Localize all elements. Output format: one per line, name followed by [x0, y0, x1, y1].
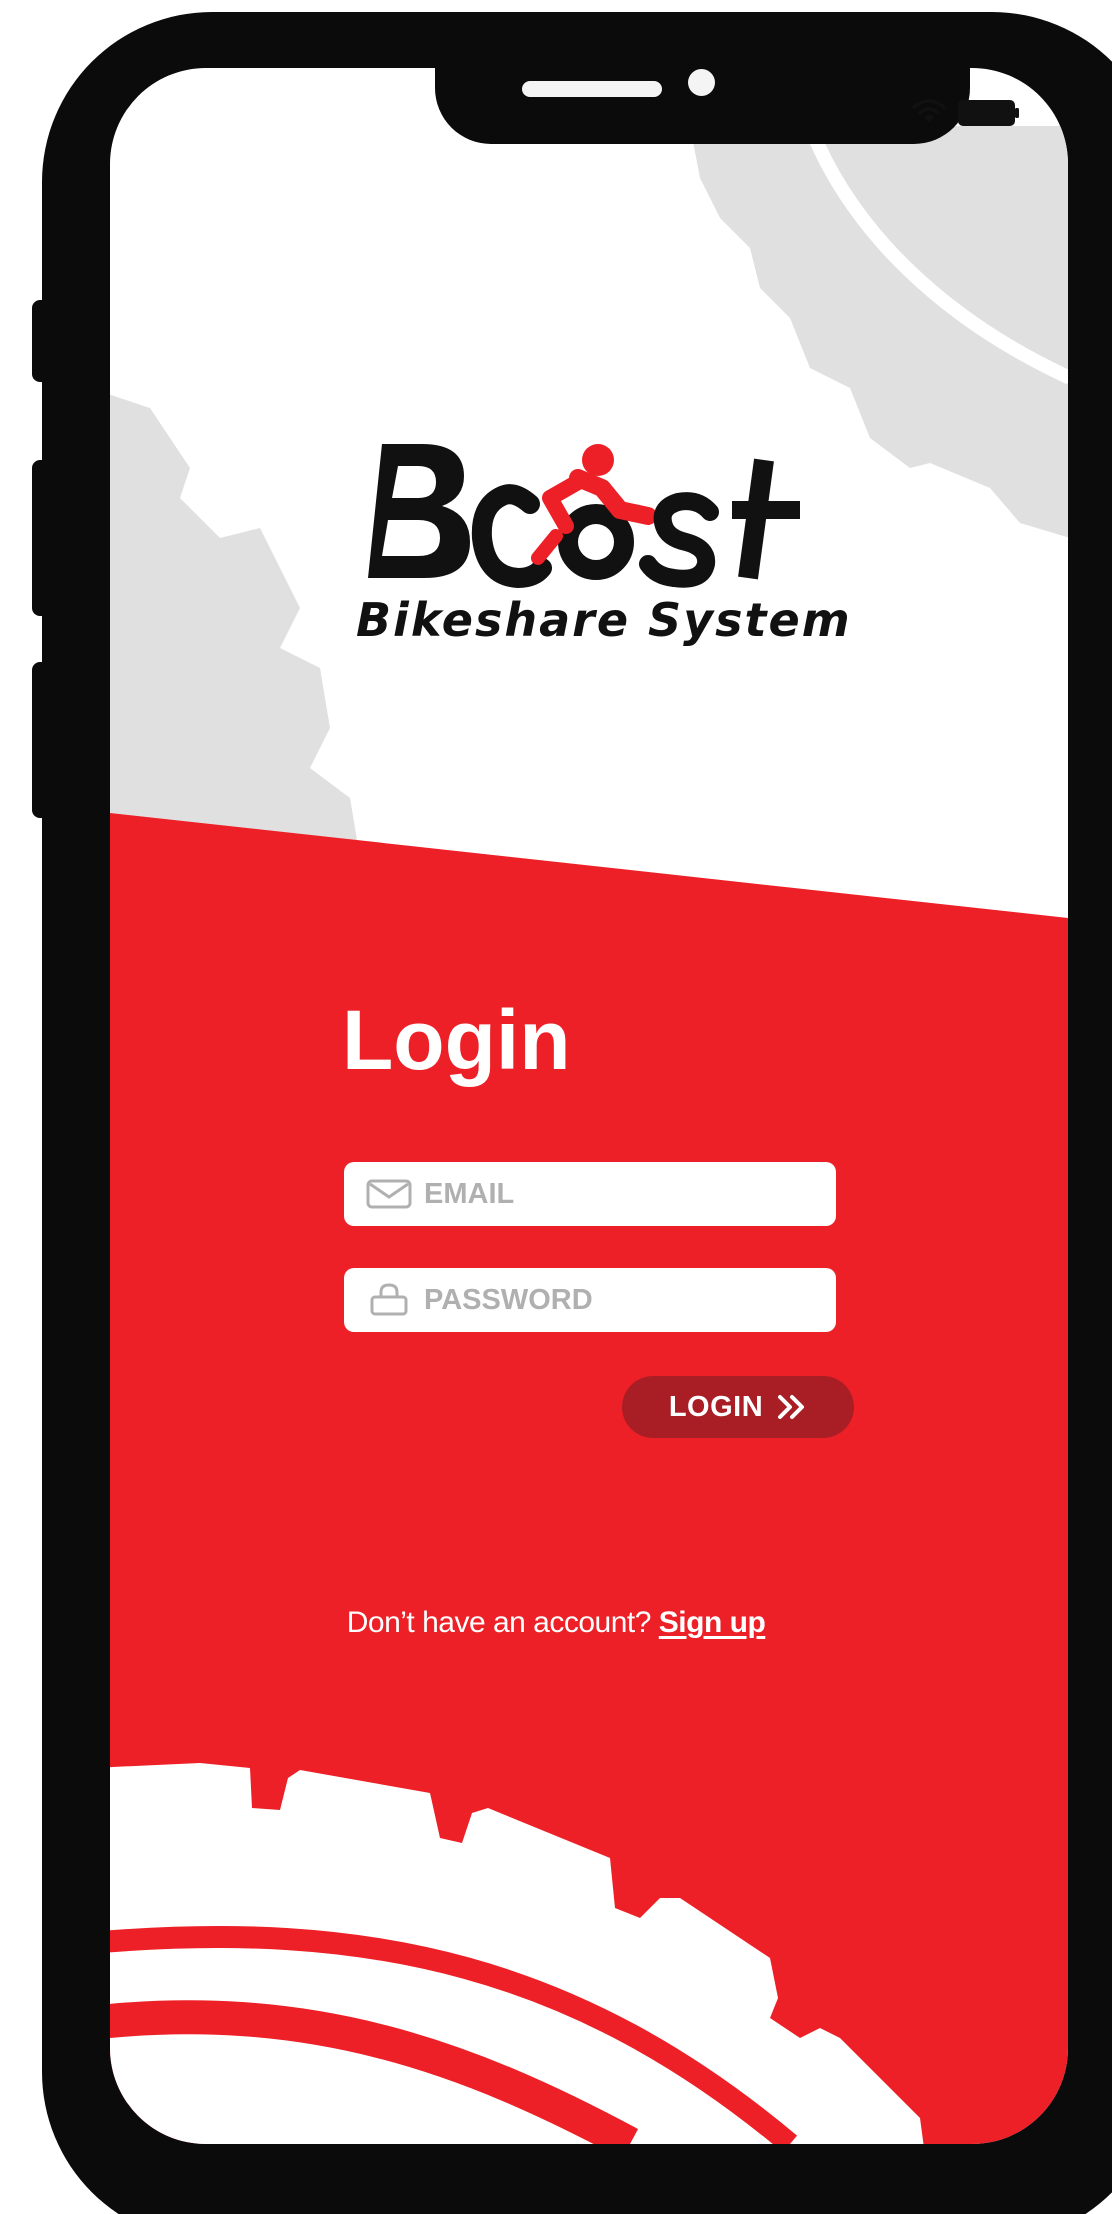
email-input[interactable] — [424, 1177, 804, 1211]
signup-link[interactable]: Sign up — [659, 1606, 766, 1639]
battery-icon — [958, 100, 1019, 126]
left-gear-decoration — [110, 394, 360, 858]
signup-prompt-text: Don’t have an account? — [346, 1606, 652, 1639]
app-logo: Bikeshare System — [352, 430, 850, 660]
lock-icon — [366, 1283, 412, 1317]
app-screen — [110, 68, 1068, 2144]
password-input[interactable] — [424, 1283, 804, 1317]
envelope-icon — [366, 1177, 412, 1211]
background-graphics — [110, 123, 1068, 2144]
email-field[interactable] — [344, 1162, 836, 1226]
double-chevron-right-icon — [778, 1395, 805, 1419]
logo-tagline: Bikeshare System — [356, 593, 852, 647]
password-field[interactable] — [344, 1268, 836, 1332]
login-button-label: LOGIN — [668, 1390, 764, 1423]
login-button[interactable]: LOGIN — [622, 1376, 854, 1438]
speaker-grille — [522, 81, 662, 97]
signup-prompt: Don’t have an account? Sign up — [0, 1606, 1112, 1640]
page: Bikeshare System Login LOGIN Don’t have — [0, 0, 1112, 2214]
wifi-icon — [912, 99, 946, 122]
boost-wordmark — [368, 444, 800, 589]
front-camera — [688, 69, 715, 96]
login-title: Login — [342, 993, 571, 1087]
